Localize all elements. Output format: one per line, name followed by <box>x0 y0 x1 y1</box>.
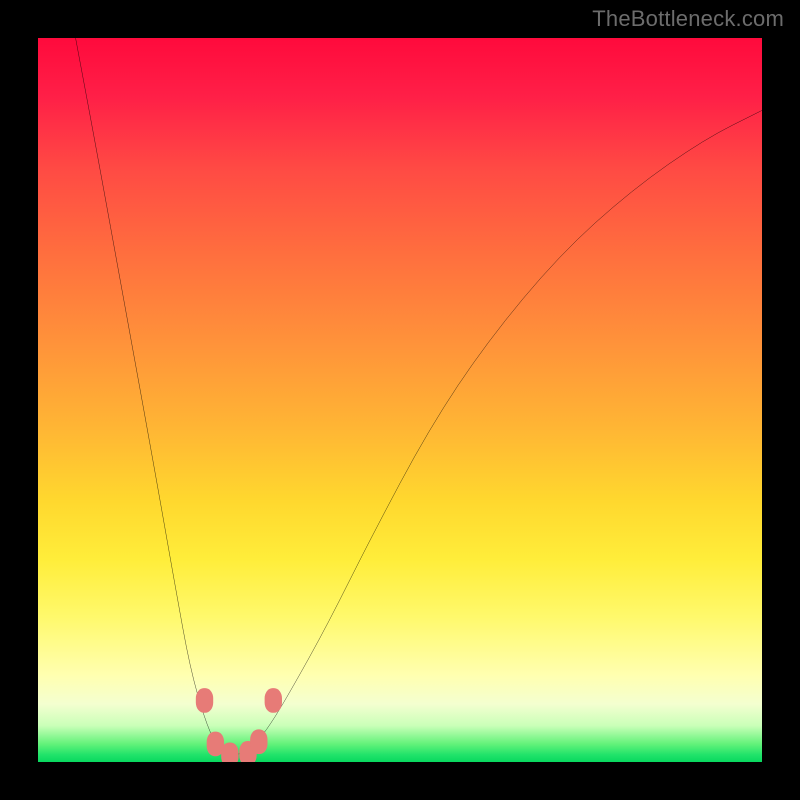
bottleneck-curve <box>74 38 762 755</box>
pink-marker-left-upper <box>196 688 213 713</box>
chart-frame: TheBottleneck.com <box>0 0 800 800</box>
curve-markers <box>196 688 282 762</box>
pink-marker-right-upper <box>265 688 282 713</box>
curve-group <box>74 38 762 755</box>
plot-area <box>38 38 762 762</box>
pink-marker-bottom-left <box>221 742 238 762</box>
chart-svg <box>38 38 762 762</box>
watermark-label: TheBottleneck.com <box>592 6 784 32</box>
pink-marker-right-lower <box>250 729 267 754</box>
